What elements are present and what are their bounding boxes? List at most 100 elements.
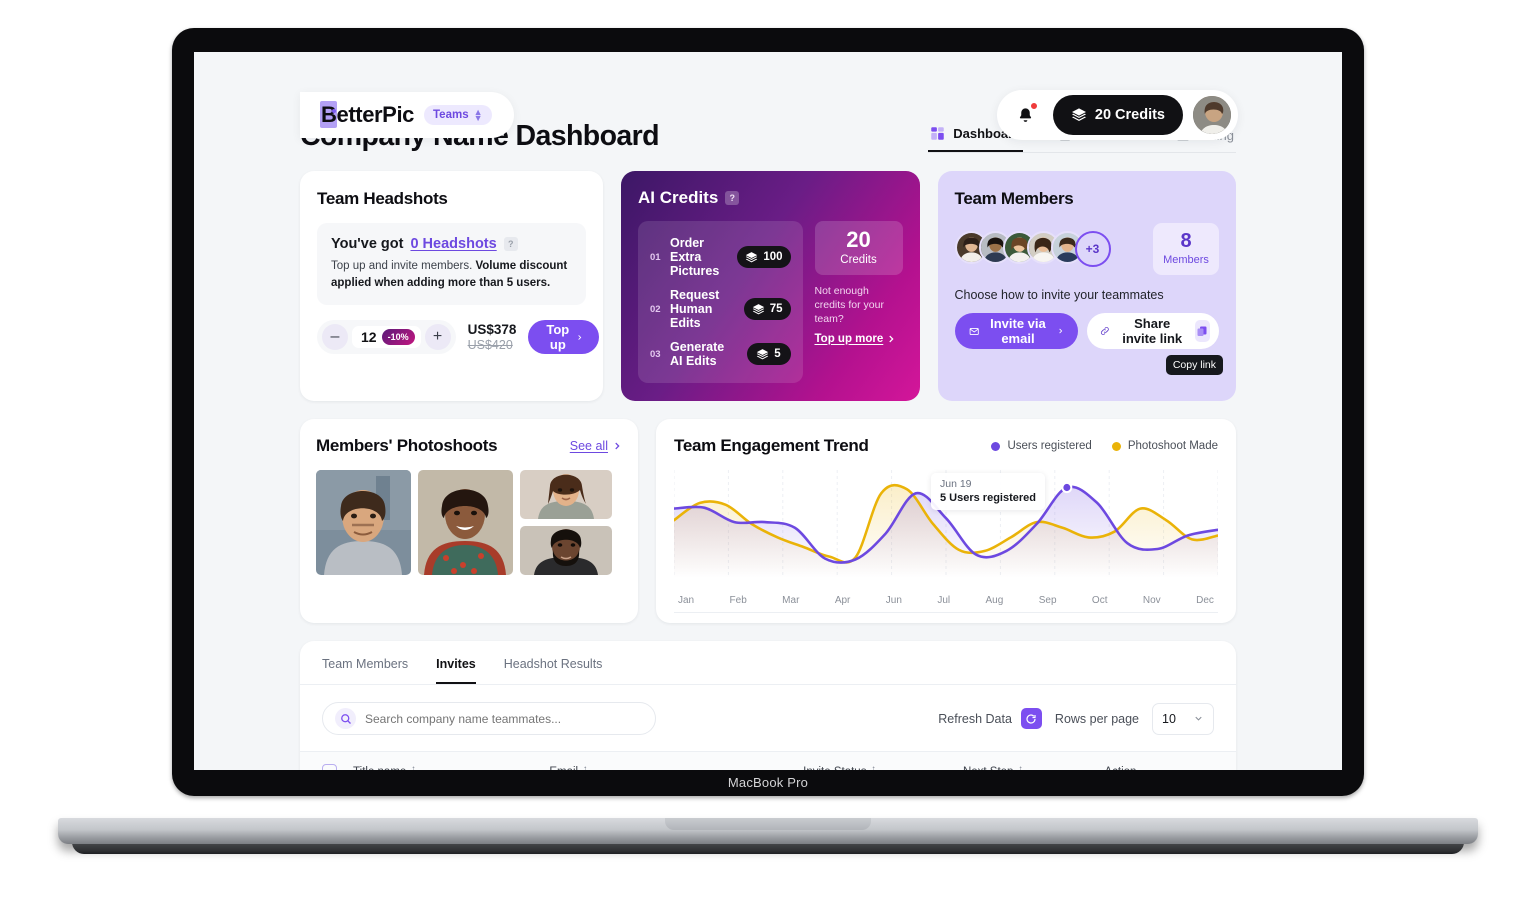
search-icon-circle	[335, 708, 356, 729]
share-invite-link-button[interactable]: Share invite link	[1086, 313, 1219, 349]
notification-badge-dot	[1029, 102, 1038, 110]
cards-row-1: Team Headshots You've got 0 Headshots ? …	[194, 153, 1342, 401]
ai-credit-cost: 100	[763, 251, 783, 263]
rows-per-page-value: 10	[1162, 711, 1176, 726]
table-tab-invites[interactable]: Invites	[436, 657, 476, 684]
refresh-data-button[interactable]: Refresh Data	[938, 708, 1042, 729]
photoshoots-title: Members' Photoshoots	[316, 436, 498, 455]
photoshoots-grid	[316, 470, 622, 575]
ai-credit-item[interactable]: 01 Order Extra Pictures 100	[648, 231, 793, 283]
increment-button[interactable]: +	[424, 324, 451, 351]
table-toolbar: Refresh Data Rows per page 10	[300, 685, 1236, 751]
laptop-model-label: MacBook Pro	[727, 774, 809, 790]
top-up-button-label: Top up	[546, 322, 570, 353]
invite-via-email-label: Invite via email	[990, 316, 1046, 346]
photoshoot-thumbnail[interactable]	[520, 526, 612, 575]
ai-credit-item[interactable]: 03 Generate AI Edits 5	[648, 335, 793, 373]
quantity-stepper: – 12 -10% +	[317, 320, 456, 355]
chart-title: Team Engagement Trend	[674, 436, 869, 455]
credits-note: Not enough credits for your team?	[814, 285, 884, 326]
invite-actions: Invite via email Share invite link Copy …	[954, 313, 1223, 375]
table-tab-team-members[interactable]: Team Members	[322, 657, 408, 684]
help-icon[interactable]: ?	[725, 191, 740, 205]
legend-label: Users registered	[1007, 440, 1092, 452]
photo-woman-smiling	[418, 470, 513, 575]
avatar-overflow-count[interactable]: +3	[1074, 231, 1111, 267]
chart-legend: Users registered Photoshoot Made	[991, 440, 1218, 452]
brand-logo-initial: B	[320, 101, 337, 128]
x-tick-label: Apr	[834, 595, 851, 606]
share-invite-link-label: Share invite link	[1122, 316, 1183, 346]
photo-man-beard	[520, 526, 612, 575]
legend-item-users-registered[interactable]: Users registered	[991, 440, 1092, 452]
credits-balance-value: 20	[846, 227, 871, 252]
table-toolbar-right: Refresh Data Rows per page 10	[938, 702, 1214, 735]
photoshoots-header: Members' Photoshoots See all	[316, 436, 622, 456]
ai-credits-card: AI Credits ? 01 Order Extra Pictures 100	[621, 171, 920, 401]
chart-axis-rule	[674, 612, 1218, 613]
credits-button[interactable]: 20 Credits	[1052, 95, 1183, 135]
search-input[interactable]	[365, 711, 643, 726]
logo-dot-icon	[332, 109, 336, 113]
rows-per-page-select[interactable]: 10	[1152, 702, 1214, 735]
photoshoot-thumbnail[interactable]	[418, 470, 513, 575]
legend-item-photoshoot-made[interactable]: Photoshoot Made	[1111, 440, 1218, 452]
invites-table-panel: Team Members Invites Headshot Results Se…	[300, 641, 1236, 770]
ai-credit-item[interactable]: 02 Request Human Edits 75	[648, 283, 793, 335]
quantity-value: 12	[361, 329, 377, 346]
ai-credits-balance-col: 20 Credits Not enough credits for your t…	[814, 221, 903, 383]
team-members-card: Team Members +3 8 Members Choose how to …	[937, 171, 1236, 401]
see-all-link[interactable]: See all	[570, 439, 622, 453]
chevron-right-icon	[615, 442, 620, 450]
ai-credit-index: 03	[650, 348, 661, 360]
layers-icon	[1071, 108, 1086, 121]
chart-plot-area: Jun 19 5 Users registered	[672, 470, 1220, 592]
ai-credits-body: 01 Order Extra Pictures 100 02 Request H…	[638, 221, 903, 383]
teams-chip-label: Teams	[433, 109, 469, 121]
headshots-count-link[interactable]: 0 Headshots	[410, 236, 496, 252]
member-avatar-stack: +3	[954, 231, 1111, 267]
team-headshots-info: You've got 0 Headshots ? Top up and invi…	[317, 223, 586, 306]
member-count-box: 8 Members	[1153, 223, 1219, 275]
x-tick-label: Sep	[1038, 595, 1057, 606]
refresh-data-label: Refresh Data	[938, 711, 1012, 726]
ai-credits-list: 01 Order Extra Pictures 100 02 Request H…	[638, 221, 803, 383]
brand-logo-rest: etterPic	[336, 102, 415, 127]
x-tick-label: Feb	[729, 595, 747, 606]
price-original: US$420	[467, 337, 513, 352]
x-tick-label: Oct	[1091, 595, 1108, 606]
x-tick-label: Jun	[885, 595, 902, 606]
brand-pill[interactable]: BetterPic Teams ▲ ▼	[300, 92, 514, 138]
laptop-screen-frame: BetterPic Teams ▲ ▼ 20 Credits Dashboard…	[172, 28, 1364, 796]
photoshoot-thumbnail[interactable]	[316, 470, 411, 575]
headshots-description-normal: Top up and invite members.	[331, 260, 476, 272]
teams-switcher-chip[interactable]: Teams ▲ ▼	[424, 104, 492, 126]
ai-credit-index: 01	[650, 251, 661, 263]
avatar-photo	[1193, 96, 1231, 134]
notifications-button[interactable]	[1006, 96, 1045, 134]
chart-tooltip-date: Jun 19	[940, 478, 972, 490]
x-tick-label: Nov	[1142, 595, 1161, 606]
ai-credit-cost: 5	[774, 348, 781, 360]
ai-credit-index: 02	[650, 303, 661, 315]
headshots-count-prefix: You've got	[331, 236, 404, 252]
headshots-actions: – 12 -10% + US$378 US$420 Top up	[317, 320, 600, 355]
chart-tooltip: Jun 19 5 Users registered	[931, 473, 1045, 510]
copy-button[interactable]	[1194, 320, 1210, 342]
photoshoot-thumbnail[interactable]	[520, 470, 612, 519]
members-photoshoots-card: Members' Photoshoots See all	[300, 419, 638, 623]
search-box[interactable]	[322, 702, 656, 735]
headshots-description: Top up and invite members. Volume discou…	[331, 258, 572, 291]
help-icon[interactable]: ?	[503, 237, 518, 251]
envelope-icon	[969, 327, 979, 335]
invite-via-email-button[interactable]: Invite via email	[954, 313, 1078, 349]
decrement-button[interactable]: –	[322, 324, 348, 351]
top-up-button[interactable]: Top up	[528, 320, 600, 355]
avatar[interactable]	[1191, 94, 1233, 136]
refresh-icon-box	[1020, 708, 1042, 729]
top-up-more-link[interactable]: Top up more	[815, 333, 903, 345]
laptop-base	[58, 818, 1478, 844]
brand-logo: BetterPic	[320, 101, 415, 128]
copy-link-tooltip: Copy link	[1165, 355, 1223, 375]
table-tab-headshot-results[interactable]: Headshot Results	[504, 657, 603, 684]
